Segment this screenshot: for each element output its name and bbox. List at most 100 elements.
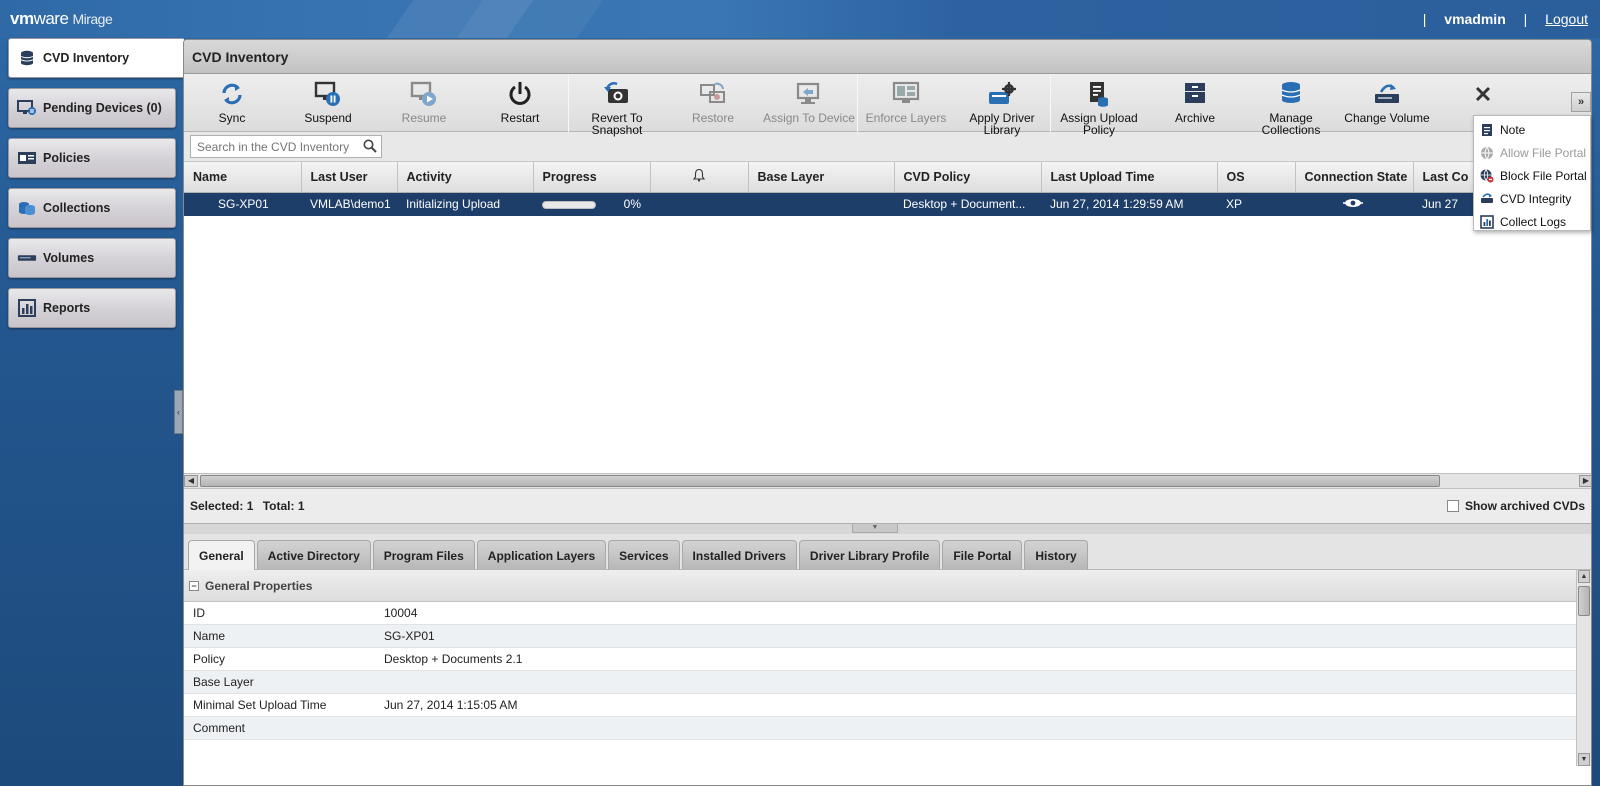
power-icon bbox=[509, 82, 531, 105]
tab-application-layers[interactable]: Application Layers bbox=[476, 540, 607, 570]
allow-portal-icon bbox=[1480, 146, 1494, 160]
scroll-up-button[interactable]: ▲ bbox=[1578, 570, 1590, 583]
scrollbar-thumb[interactable] bbox=[1578, 586, 1590, 616]
tab-history[interactable]: History bbox=[1024, 540, 1088, 570]
toolbar-more-button[interactable]: » bbox=[1571, 92, 1591, 112]
column-header-last-upload-time[interactable]: Last Upload Time bbox=[1041, 162, 1218, 193]
sidebar-collapse-handle[interactable]: ‹ bbox=[174, 390, 183, 434]
column-header-alerts[interactable] bbox=[650, 162, 749, 193]
scroll-right-button[interactable]: ▶ bbox=[1579, 475, 1591, 487]
cell-connection-state bbox=[1295, 192, 1413, 216]
change-volume-icon bbox=[1375, 84, 1399, 103]
section-title: General Properties bbox=[205, 578, 313, 593]
separator: | bbox=[1523, 11, 1528, 27]
status-bar: Selected: 1 Total: 1 Show archived CVDs bbox=[184, 488, 1591, 524]
sidebar-item-volumes[interactable]: Volumes bbox=[8, 238, 176, 278]
tab-services[interactable]: Services bbox=[608, 540, 680, 570]
column-header-activity[interactable]: Activity bbox=[397, 162, 534, 193]
menu-item-allow-file-portal[interactable]: Allow File Portal bbox=[1474, 141, 1590, 164]
panel-splitter[interactable]: ▼ bbox=[184, 524, 1591, 534]
show-archived-toggle[interactable]: Show archived CVDs bbox=[1446, 499, 1585, 513]
sidebar-item-policies[interactable]: Policies bbox=[8, 138, 176, 178]
search-row bbox=[184, 132, 1591, 162]
tab-installed-drivers[interactable]: Installed Drivers bbox=[681, 540, 797, 570]
column-header-last-user[interactable]: Last User bbox=[301, 162, 398, 193]
splitter-grip[interactable]: ▼ bbox=[852, 524, 898, 533]
cell-last-upload-time: Jun 27, 2014 1:29:59 AM bbox=[1041, 192, 1217, 216]
driver-library-icon bbox=[989, 82, 1016, 104]
search-icon[interactable] bbox=[363, 139, 377, 156]
volume-icon bbox=[17, 250, 37, 266]
column-header-name[interactable]: Name bbox=[184, 162, 302, 193]
property-row: Minimal Set Upload Time Jun 27, 2014 1:15… bbox=[184, 694, 1578, 717]
sidebar-item-collections[interactable]: Collections bbox=[8, 188, 176, 228]
assign-to-device-button[interactable]: Assign To Device bbox=[761, 74, 857, 132]
column-header-progress[interactable]: Progress bbox=[533, 162, 651, 193]
column-header-base-layer[interactable]: Base Layer bbox=[748, 162, 895, 193]
menu-item-block-file-portal[interactable]: Block File Portal bbox=[1474, 164, 1590, 187]
sidebar-item-reports[interactable]: Reports bbox=[8, 288, 176, 328]
column-header-connection-state[interactable]: Connection State bbox=[1295, 162, 1414, 193]
tab-program-files[interactable]: Program Files bbox=[372, 540, 475, 570]
scrollbar-thumb[interactable] bbox=[200, 475, 1440, 487]
archive-button[interactable]: Archive bbox=[1147, 74, 1243, 132]
restore-button[interactable]: Restore bbox=[665, 74, 761, 132]
archive-icon bbox=[1185, 83, 1205, 103]
username: vmadmin bbox=[1444, 11, 1506, 27]
horizontal-scrollbar[interactable]: ◀ ▶ bbox=[184, 473, 1591, 488]
sync-icon bbox=[222, 83, 242, 105]
search-input[interactable] bbox=[191, 136, 356, 157]
scroll-left-button[interactable]: ◀ bbox=[184, 475, 198, 487]
restart-button[interactable]: Restart bbox=[472, 74, 568, 132]
property-row: Comment bbox=[184, 717, 1578, 740]
menu-item-note[interactable]: Note bbox=[1474, 118, 1590, 141]
scroll-down-button[interactable]: ▼ bbox=[1578, 753, 1590, 766]
selected-count: Selected: 1 bbox=[190, 499, 254, 513]
table-row[interactable]: SG-XP01 VMLAB\demo1 Initializing Upload … bbox=[184, 192, 1591, 216]
sync-button[interactable]: Sync bbox=[184, 74, 280, 132]
collect-logs-icon bbox=[1480, 214, 1494, 229]
cell-alert bbox=[650, 192, 748, 216]
revert-snapshot-icon bbox=[604, 82, 628, 103]
revert-to-snapshot-button[interactable]: Revert To Snapshot bbox=[569, 74, 665, 136]
cell-activity: Initializing Upload bbox=[397, 192, 533, 216]
sidebar-item-cvd-inventory[interactable]: CVD Inventory bbox=[8, 38, 195, 78]
sidebar-item-pending-devices[interactable]: Pending Devices (0) bbox=[8, 88, 176, 128]
integrity-icon bbox=[1480, 192, 1494, 206]
tab-file-portal[interactable]: File Portal bbox=[942, 540, 1023, 570]
total-count: Total: 1 bbox=[262, 499, 305, 513]
menu-item-cvd-integrity[interactable]: CVD Integrity bbox=[1474, 187, 1590, 210]
tab-driver-library-profile[interactable]: Driver Library Profile bbox=[798, 540, 941, 570]
resume-icon bbox=[410, 81, 436, 106]
sidebar: CVD Inventory Pending Devices (0) Polici… bbox=[8, 38, 195, 338]
cell-base-layer bbox=[748, 192, 894, 216]
tab-active-directory[interactable]: Active Directory bbox=[256, 540, 371, 570]
vertical-scrollbar[interactable]: ▲ ▼ bbox=[1576, 570, 1591, 766]
upload-policy-icon bbox=[1090, 82, 1108, 107]
column-header-os[interactable]: OS bbox=[1217, 162, 1296, 193]
apply-driver-library-button[interactable]: Apply Driver Library bbox=[954, 74, 1050, 136]
properties-section-header[interactable]: − General Properties bbox=[184, 570, 1591, 602]
tab-general[interactable]: General bbox=[188, 540, 255, 570]
cell-name: SG-XP01 bbox=[184, 192, 301, 216]
column-header-cvd-policy[interactable]: CVD Policy bbox=[894, 162, 1042, 193]
collapse-icon[interactable]: − bbox=[189, 580, 199, 591]
logout-link[interactable]: Logout bbox=[1545, 11, 1588, 27]
database-icon bbox=[17, 50, 37, 66]
assign-upload-policy-button[interactable]: Assign Upload Policy bbox=[1051, 74, 1147, 136]
enforce-layers-button[interactable]: Enforce Layers bbox=[858, 74, 954, 132]
cell-cvd-policy: Desktop + Document... bbox=[894, 192, 1041, 216]
show-archived-checkbox[interactable] bbox=[1446, 500, 1459, 512]
change-volume-button[interactable]: Change Volume bbox=[1339, 74, 1435, 132]
brand-logo: vmware Mirage bbox=[10, 9, 113, 28]
manage-collections-button[interactable]: Manage Collections bbox=[1243, 74, 1339, 136]
sidebar-item-label: Collections bbox=[43, 201, 111, 215]
suspend-button[interactable]: Suspend bbox=[280, 74, 376, 132]
connected-icon bbox=[1343, 198, 1363, 207]
report-icon bbox=[17, 299, 37, 317]
more-actions-menu: Note Allow File Portal Block File Portal… bbox=[1473, 115, 1591, 231]
resume-button[interactable]: Resume bbox=[376, 74, 472, 132]
menu-item-collect-logs[interactable]: Collect Logs bbox=[1474, 210, 1590, 233]
close-icon bbox=[1475, 86, 1491, 102]
cell-os: XP bbox=[1217, 192, 1295, 216]
